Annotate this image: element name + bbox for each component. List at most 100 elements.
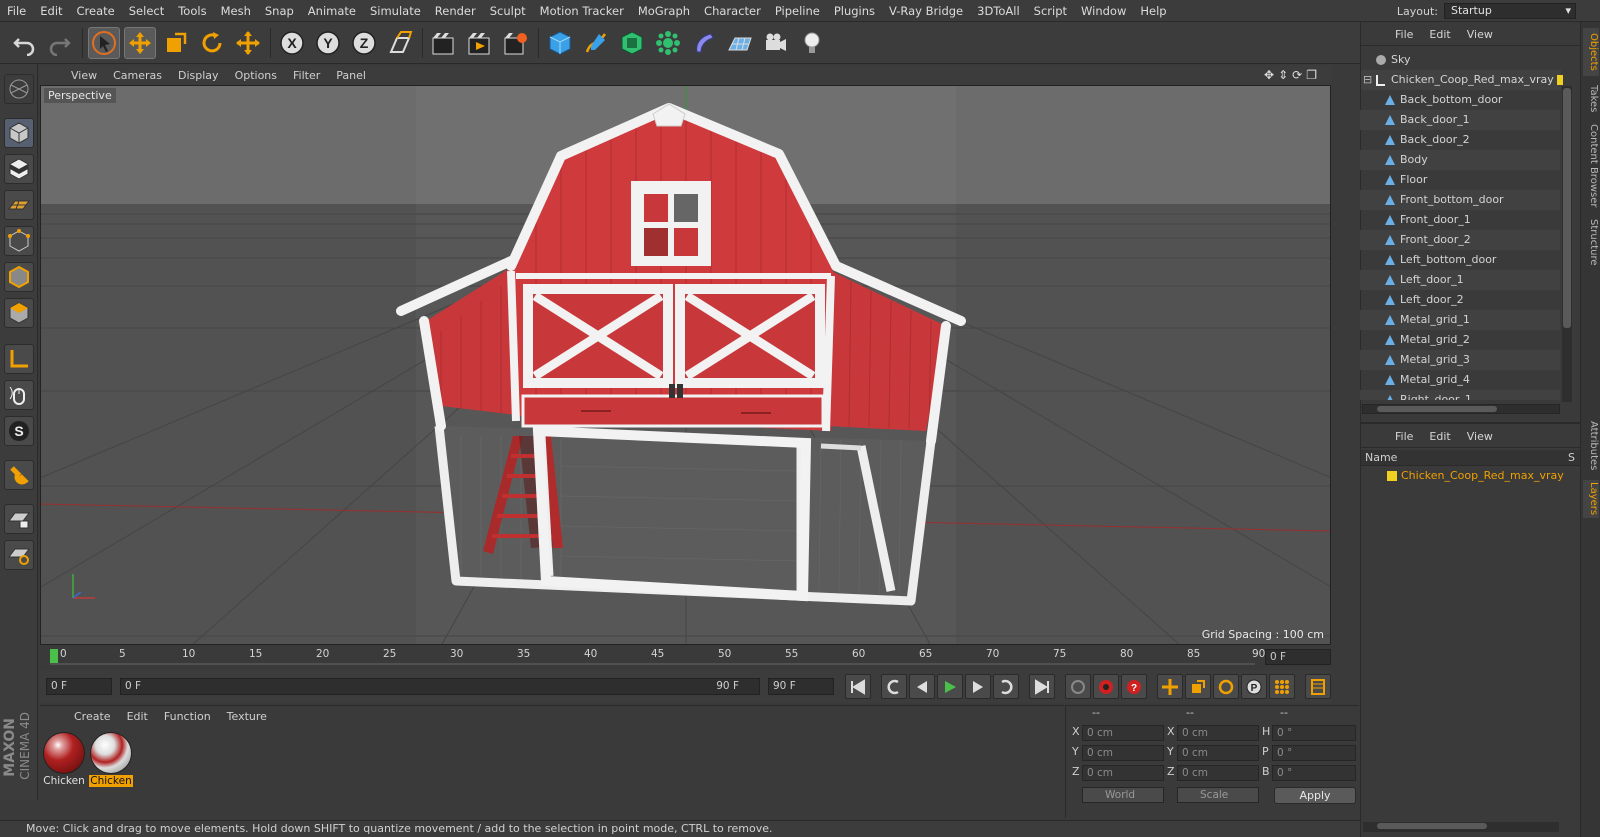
redo-icon[interactable] xyxy=(44,27,76,59)
position-z-field[interactable]: 0 cm xyxy=(1082,765,1164,781)
pen-spline-icon[interactable] xyxy=(580,27,612,59)
menu-create[interactable]: Create xyxy=(70,0,122,22)
object-row-back-door-2[interactable]: Back_door_2 xyxy=(1360,130,1560,150)
menu-vray-bridge[interactable]: V-Ray Bridge xyxy=(882,0,970,22)
texture-mode-icon[interactable] xyxy=(4,154,34,184)
cube-primitive-icon[interactable] xyxy=(544,27,576,59)
deformer-bend-icon[interactable] xyxy=(688,27,720,59)
previous-key-icon[interactable] xyxy=(881,674,907,699)
menu-edit[interactable]: Edit xyxy=(33,0,69,22)
menu-script[interactable]: Script xyxy=(1027,0,1074,22)
go-to-end-icon[interactable] xyxy=(1029,674,1055,699)
rotation-b-field[interactable]: 0 ° xyxy=(1272,765,1356,781)
coordinate-space-dropdown[interactable]: World xyxy=(1082,787,1164,803)
toggle-view-icon[interactable]: ❐ xyxy=(1306,68,1317,82)
viewport-menu-view[interactable]: View xyxy=(63,69,105,82)
z-axis-lock-icon[interactable]: Z xyxy=(348,27,380,59)
menu-animate[interactable]: Animate xyxy=(301,0,363,22)
start-frame-field[interactable]: 0 F xyxy=(46,678,112,695)
tab-structure[interactable]: Structure xyxy=(1583,216,1599,268)
viewport-menu-cameras[interactable]: Cameras xyxy=(105,69,170,82)
layer-column-solo[interactable]: S xyxy=(1568,450,1575,465)
perspective-viewport[interactable]: Perspective Grid Spacing : 100 cm xyxy=(40,85,1331,645)
layer-horizontal-scrollbar[interactable] xyxy=(1363,822,1559,832)
object-row-back-bottom-door[interactable]: Back_bottom_door xyxy=(1360,90,1560,110)
previous-frame-icon[interactable] xyxy=(909,674,935,699)
key-position-icon[interactable] xyxy=(1157,674,1183,699)
menu-sculpt[interactable]: Sculpt xyxy=(483,0,533,22)
planar-workplane-icon[interactable] xyxy=(4,540,34,570)
object-row-chicken-coop[interactable]: ⊟ Chicken_Coop_Red_max_vray xyxy=(1361,70,1563,90)
frame-range-slider[interactable]: 0 F 90 F xyxy=(120,678,760,695)
tab-objects[interactable]: Objects xyxy=(1583,28,1599,76)
x-axis-lock-icon[interactable]: X xyxy=(276,27,308,59)
end-frame-field[interactable]: 90 F xyxy=(768,678,834,695)
rotation-p-field[interactable]: 0 ° xyxy=(1272,745,1356,761)
zoom-view-icon[interactable]: ⇕ xyxy=(1278,68,1288,82)
object-menu-file[interactable]: File xyxy=(1387,28,1421,41)
menu-snap[interactable]: Snap xyxy=(258,0,301,22)
viewport-menu-display[interactable]: Display xyxy=(170,69,227,82)
transform-tool-icon[interactable] xyxy=(232,27,264,59)
object-row-left-door-1[interactable]: Left_door_1 xyxy=(1360,270,1560,290)
apply-button[interactable]: Apply xyxy=(1274,787,1356,804)
polygons-mode-icon[interactable] xyxy=(4,298,34,328)
rotation-h-field[interactable]: 0 ° xyxy=(1272,725,1356,741)
layer-row-chicken-coop[interactable]: Chicken_Coop_Red_max_vray xyxy=(1361,467,1581,485)
object-menu-view[interactable]: View xyxy=(1459,28,1501,41)
viewport-camera-label[interactable]: Perspective xyxy=(44,88,116,103)
tab-content-browser[interactable]: Content Browser xyxy=(1583,122,1599,210)
size-mode-dropdown[interactable]: Scale xyxy=(1177,787,1259,803)
go-to-start-icon[interactable] xyxy=(845,674,871,699)
next-key-icon[interactable] xyxy=(993,674,1019,699)
collapse-toggle-icon[interactable]: ⊟ xyxy=(1363,70,1372,90)
object-row-right-door-1[interactable]: Right_door_1 xyxy=(1360,390,1560,400)
timeline-window-icon[interactable] xyxy=(1305,674,1331,699)
object-row-front-door-2[interactable]: Front_door_2 xyxy=(1360,230,1560,250)
menu-render[interactable]: Render xyxy=(428,0,483,22)
points-mode-icon[interactable] xyxy=(4,226,34,256)
menu-tools[interactable]: Tools xyxy=(171,0,213,22)
object-vertical-scrollbar[interactable] xyxy=(1562,86,1572,402)
y-axis-lock-icon[interactable]: Y xyxy=(312,27,344,59)
render-settings-icon[interactable] xyxy=(500,27,532,59)
menu-mesh[interactable]: Mesh xyxy=(214,0,258,22)
object-row-metal-grid-3[interactable]: Metal_grid_3 xyxy=(1360,350,1560,370)
menu-motion-tracker[interactable]: Motion Tracker xyxy=(533,0,631,22)
coordinate-system-icon[interactable] xyxy=(384,27,416,59)
rotate-view-icon[interactable]: ⟳ xyxy=(1292,68,1302,82)
material-swatch-chicken-2[interactable]: Chicken xyxy=(89,732,133,790)
render-picture-viewer-icon[interactable] xyxy=(464,27,496,59)
object-row-floor[interactable]: Floor xyxy=(1360,170,1560,190)
current-frame-field[interactable]: 0 F xyxy=(1265,649,1331,665)
object-menu-edit[interactable]: Edit xyxy=(1421,28,1458,41)
timeline-ruler[interactable]: 0 5 10 15 20 25 30 35 40 45 50 55 60 65 … xyxy=(40,647,1331,669)
move-tool-icon[interactable] xyxy=(124,27,156,59)
floor-scene-icon[interactable] xyxy=(724,27,756,59)
menu-file[interactable]: File xyxy=(0,0,33,22)
edges-mode-icon[interactable] xyxy=(4,262,34,292)
model-mode-icon[interactable] xyxy=(4,118,34,148)
menu-pipeline[interactable]: Pipeline xyxy=(768,0,827,22)
object-row-sky[interactable]: Sky xyxy=(1361,50,1561,70)
rotate-tool-icon[interactable] xyxy=(196,27,228,59)
object-row-body[interactable]: Body xyxy=(1360,150,1560,170)
tab-attributes[interactable]: Attributes xyxy=(1583,418,1599,474)
position-x-field[interactable]: 0 cm xyxy=(1082,725,1164,741)
size-z-field[interactable]: 0 cm xyxy=(1177,765,1259,781)
layout-dropdown[interactable]: Startup xyxy=(1444,3,1576,19)
tab-takes[interactable]: Takes xyxy=(1583,82,1599,116)
scrollbar-thumb[interactable] xyxy=(1563,88,1571,328)
viewport-menu-panel[interactable]: Panel xyxy=(328,69,374,82)
menu-simulate[interactable]: Simulate xyxy=(363,0,428,22)
scrollbar-thumb[interactable] xyxy=(1377,823,1487,829)
record-keys-icon[interactable] xyxy=(1065,674,1091,699)
object-row-metal-grid-2[interactable]: Metal_grid_2 xyxy=(1360,330,1560,350)
layer-menu-file[interactable]: File xyxy=(1387,430,1421,443)
size-y-field[interactable]: 0 cm xyxy=(1177,745,1259,761)
key-pla-icon[interactable] xyxy=(1269,674,1295,699)
object-horizontal-scrollbar[interactable] xyxy=(1362,404,1560,414)
menu-select[interactable]: Select xyxy=(122,0,171,22)
next-frame-icon[interactable] xyxy=(965,674,991,699)
position-y-field[interactable]: 0 cm xyxy=(1082,745,1164,761)
